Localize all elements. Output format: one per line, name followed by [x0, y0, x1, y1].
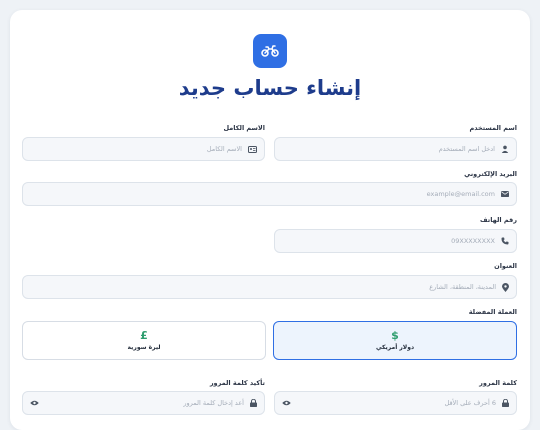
- confirm-password-input[interactable]: أعد إدخال كلمة المرور: [22, 391, 265, 415]
- username-label: اسم المستخدم: [469, 124, 517, 132]
- address-label: العنوان: [494, 262, 517, 270]
- email-input[interactable]: example@email.com: [22, 182, 517, 206]
- confirm-password-label: تأكيد كلمة المرور: [209, 379, 265, 387]
- currency-option-syp[interactable]: £ ليرة سورية: [22, 321, 266, 360]
- phone-placeholder: 09XXXXXXXX: [451, 237, 495, 245]
- register-card: إنشاء حساب جديد اسم المستخدم ادخل اسم ال…: [10, 10, 530, 430]
- user-icon: [501, 145, 509, 153]
- address-input[interactable]: المدينة، المنطقة، الشارع: [22, 275, 517, 299]
- password-placeholder: 6 أحرف على الأقل: [444, 399, 496, 407]
- map-pin-icon: [502, 282, 509, 292]
- app-logo: [253, 34, 287, 68]
- currency-label: العملة المفضلة: [468, 308, 517, 316]
- currency-name-syp: ليرة سورية: [127, 344, 161, 351]
- phone-icon: [501, 237, 509, 245]
- phone-label: رقم الهاتف: [480, 216, 517, 224]
- eye-icon[interactable]: [282, 400, 291, 406]
- dollar-icon: $: [391, 329, 399, 342]
- fullname-input[interactable]: الاسم الكامل: [22, 137, 265, 161]
- fullname-placeholder: الاسم الكامل: [206, 145, 242, 153]
- lock-icon: [250, 399, 257, 407]
- currency-name-usd: دولار أمريكي: [375, 344, 415, 351]
- pound-icon: £: [140, 329, 148, 342]
- motorcycle-icon: [261, 45, 279, 57]
- fullname-label: الاسم الكامل: [223, 124, 265, 132]
- email-placeholder: example@email.com: [426, 190, 495, 198]
- password-label: كلمة المرور: [479, 379, 517, 387]
- eye-icon[interactable]: [30, 400, 39, 406]
- lock-icon: [502, 399, 509, 407]
- username-placeholder: ادخل اسم المستخدم: [438, 145, 495, 153]
- address-placeholder: المدينة، المنطقة، الشارع: [429, 283, 496, 291]
- email-label: البريد الإلكتروني: [464, 170, 517, 178]
- phone-input[interactable]: 09XXXXXXXX: [274, 229, 517, 253]
- envelope-icon: [501, 191, 509, 197]
- currency-option-usd[interactable]: $ دولار أمريكي: [273, 321, 517, 360]
- page-title: إنشاء حساب جديد: [178, 76, 362, 100]
- confirm-password-placeholder: أعد إدخال كلمة المرور: [183, 399, 244, 407]
- password-input[interactable]: 6 أحرف على الأقل: [274, 391, 517, 415]
- username-input[interactable]: ادخل اسم المستخدم: [274, 137, 517, 161]
- id-card-icon: [248, 145, 257, 153]
